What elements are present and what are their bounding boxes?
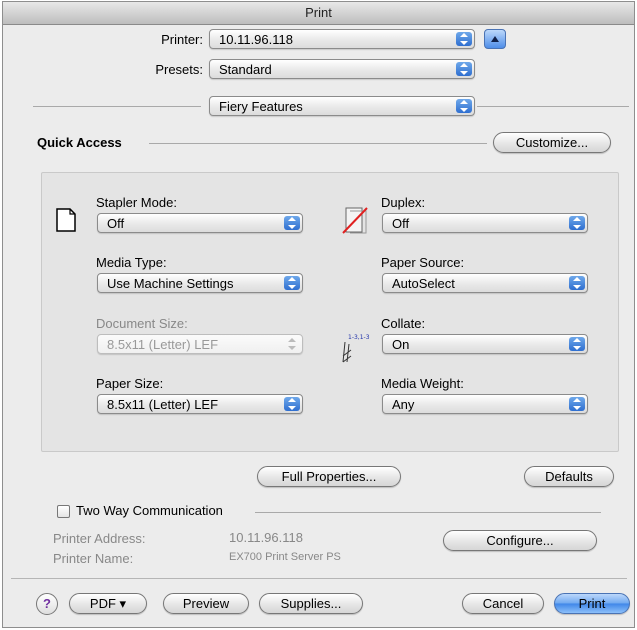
defaults-button[interactable]: Defaults <box>524 466 614 487</box>
full-properties-button[interactable]: Full Properties... <box>257 466 401 487</box>
popup-arrows-icon <box>284 276 300 290</box>
printer-label: Printer: <box>161 32 203 47</box>
triangle-up-icon <box>491 36 499 42</box>
printer-name-value: EX700 Print Server PS <box>229 551 341 563</box>
printer-address-label: Printer Address: <box>53 531 146 546</box>
paper-size-value: 8.5x11 (Letter) LEF <box>107 397 219 412</box>
collate-value: On <box>392 337 410 352</box>
quick-access-separator <box>149 143 487 144</box>
collate-label: Collate: <box>381 316 426 331</box>
popup-arrows-icon <box>284 397 300 411</box>
popup-arrows-icon <box>569 397 585 411</box>
popup-arrows-icon <box>456 32 472 46</box>
pdf-menu-button[interactable]: PDF ▾ <box>69 593 147 614</box>
popup-arrows-icon <box>569 337 585 351</box>
section-value: Fiery Features <box>219 99 303 114</box>
footer-separator <box>11 578 627 579</box>
stapler-mode-value: Off <box>107 216 125 231</box>
document-size-popup: 8.5x11 (Letter) LEF <box>97 334 303 354</box>
popup-arrows-icon <box>569 276 585 290</box>
duplex-off-icon <box>340 205 370 238</box>
popup-arrows-icon <box>456 62 472 76</box>
popup-arrows-icon <box>456 99 472 113</box>
media-type-value: Use Machine Settings <box>107 276 234 291</box>
paper-size-label: Paper Size: <box>96 376 164 391</box>
collate-popup[interactable]: On <box>382 334 588 354</box>
stapler-mode-popup[interactable]: Off <box>97 213 303 233</box>
media-weight-popup[interactable]: Any <box>382 394 588 414</box>
printer-name-label: Printer Name: <box>53 551 134 566</box>
popup-arrows-icon <box>284 337 300 351</box>
section-separator-right <box>477 106 629 107</box>
customize-button[interactable]: Customize... <box>493 132 611 153</box>
collate-icon: 1-3,1-3 <box>339 334 373 364</box>
document-icon <box>55 207 77 236</box>
printer-address-value: 10.11.96.118 <box>229 530 303 545</box>
configure-button[interactable]: Configure... <box>443 530 597 551</box>
duplex-value: Off <box>392 216 410 231</box>
paper-source-popup[interactable]: AutoSelect <box>382 273 588 293</box>
media-type-popup[interactable]: Use Machine Settings <box>97 273 303 293</box>
print-dialog: Print Printer: 10.11.96.118 Presets: Sta… <box>2 1 635 628</box>
two-way-checkbox[interactable] <box>57 505 70 518</box>
document-size-label: Document Size: <box>96 316 188 331</box>
printer-value: 10.11.96.118 <box>219 32 293 47</box>
duplex-popup[interactable]: Off <box>382 213 588 233</box>
section-separator-left <box>33 106 201 107</box>
cancel-button[interactable]: Cancel <box>462 593 544 614</box>
two-way-separator <box>255 512 601 513</box>
presets-value: Standard <box>219 62 272 77</box>
document-size-value: 8.5x11 (Letter) LEF <box>107 337 219 352</box>
window-title: Print <box>3 2 634 25</box>
presets-label: Presets: <box>155 62 203 77</box>
help-button[interactable]: ? <box>36 593 58 615</box>
paper-source-label: Paper Source: <box>381 255 465 270</box>
duplex-label: Duplex: <box>381 195 426 210</box>
presets-popup[interactable]: Standard <box>209 59 475 79</box>
media-weight-value: Any <box>392 397 415 412</box>
preview-button[interactable]: Preview <box>163 593 249 614</box>
expand-dialog-button[interactable] <box>484 29 506 49</box>
collate-icon-text: 1-3,1-3 <box>348 334 370 341</box>
supplies-button[interactable]: Supplies... <box>259 593 363 614</box>
popup-arrows-icon <box>284 216 300 230</box>
popup-arrows-icon <box>569 216 585 230</box>
quick-access-title: Quick Access <box>37 135 122 150</box>
media-weight-label: Media Weight: <box>381 376 464 391</box>
print-button[interactable]: Print <box>554 593 630 614</box>
two-way-label: Two Way Communication <box>76 503 223 518</box>
stapler-mode-label: Stapler Mode: <box>96 195 177 210</box>
media-type-label: Media Type: <box>96 255 167 270</box>
paper-size-popup[interactable]: 8.5x11 (Letter) LEF <box>97 394 303 414</box>
paper-source-value: AutoSelect <box>392 276 455 291</box>
section-popup[interactable]: Fiery Features <box>209 96 475 116</box>
printer-popup[interactable]: 10.11.96.118 <box>209 29 475 49</box>
